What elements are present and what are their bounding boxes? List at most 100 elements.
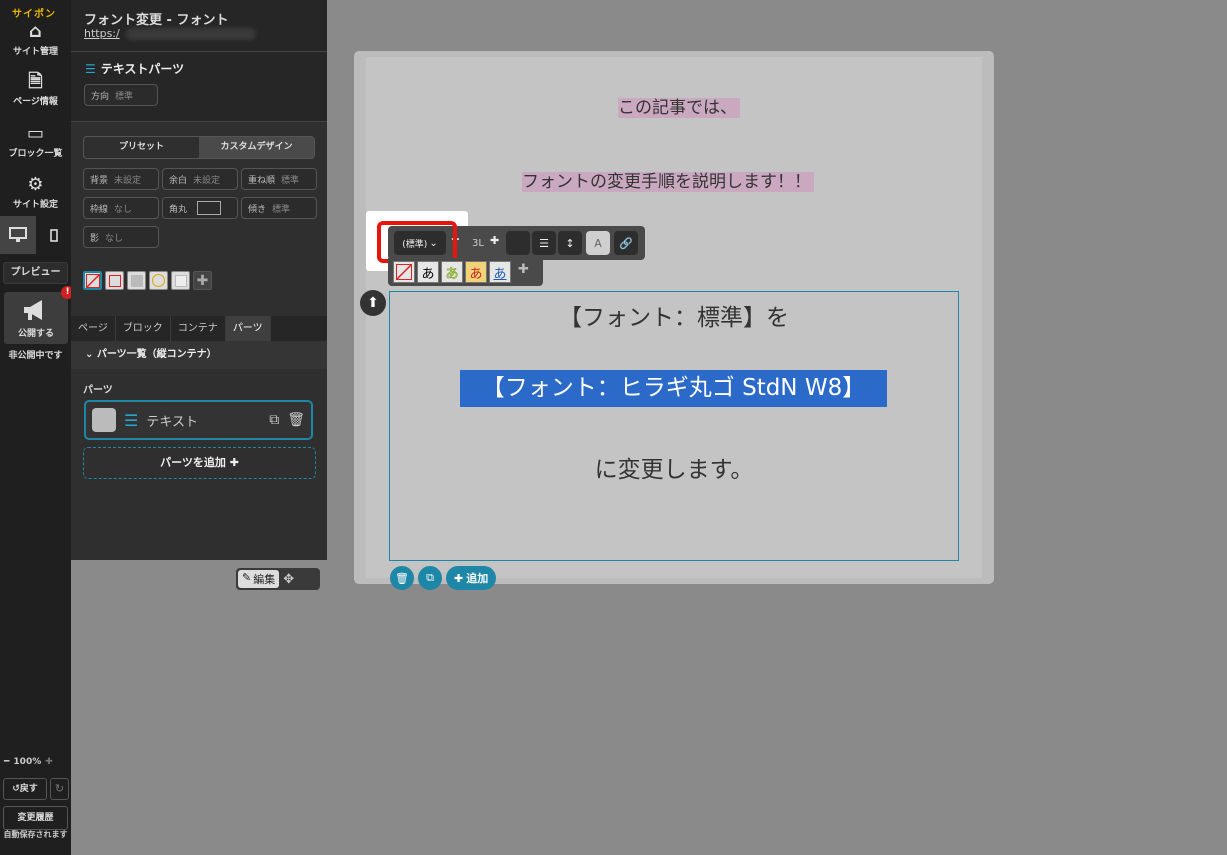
style-swatches: ✚ <box>83 271 212 290</box>
site-settings-button[interactable]: ⚙ サイト設定 <box>0 175 71 211</box>
z-order-setting[interactable]: 重ね順 標準 <box>241 168 317 190</box>
gray-box-swatch[interactable] <box>127 271 146 290</box>
background-setting[interactable]: 背景 未設定 <box>83 168 159 190</box>
skew-setting[interactable]: 傾き 標準 <box>241 197 317 219</box>
selected-text-part[interactable]: 【フォント：標準】を 【フォント：ヒラギ丸ゴ StdN W8】 に変更します。 <box>389 291 959 561</box>
zoom-control: ━ 100% ✚ <box>4 757 68 767</box>
line-height-icon[interactable]: ↕ <box>558 231 582 255</box>
font-size-value: 3L <box>472 237 484 249</box>
site-manage-label: サイト管理 <box>12 47 58 57</box>
text-line-1: 【フォント：標準】を <box>559 305 789 331</box>
link-icon[interactable]: 🔗 <box>614 231 638 255</box>
unpublished-status: 非公開中です <box>8 351 63 361</box>
trash-icon[interactable]: 🗑 <box>287 412 305 428</box>
prop-label: 角丸 <box>169 204 188 215</box>
text-color-button[interactable] <box>506 231 530 255</box>
preview-button[interactable]: プレビュー <box>3 262 68 284</box>
text-style-swatches: あ あ あ あ ✚ <box>388 258 543 286</box>
highlight-color-button[interactable]: A <box>586 231 610 255</box>
copy-icon[interactable]: ⧉ <box>269 412 279 428</box>
add-part-button[interactable]: パーツを追加 ✚ <box>83 447 316 479</box>
plus-icon: ✚ <box>229 456 239 469</box>
add-part-inline-button[interactable]: ✚ 追加 <box>446 566 497 590</box>
direction-value: 標準 <box>115 91 134 102</box>
tab-parts[interactable]: パーツ <box>225 316 271 341</box>
red-box-swatch[interactable] <box>105 271 124 290</box>
no-style-glyph[interactable] <box>393 261 415 283</box>
red-yellow-glyph[interactable]: あ <box>465 261 487 283</box>
chevron-down-icon: ⌄ <box>85 349 94 360</box>
tab-preset[interactable]: プリセット <box>84 137 199 158</box>
tab-page[interactable]: ページ <box>71 316 116 341</box>
part-actions: 🗑 ⧉ ✚ 追加 <box>390 566 497 590</box>
add-swatch-icon[interactable]: ✚ <box>193 271 212 290</box>
description-line[interactable]: フォントの変更手順を説明します！！ <box>522 167 814 192</box>
align-center-icon[interactable]: ☰ <box>532 231 556 255</box>
zoom-out-icon[interactable]: ━ <box>4 757 9 767</box>
direction-label: 方向 <box>91 91 110 102</box>
history-button[interactable]: 変更履歴 <box>3 806 68 830</box>
plain-glyph[interactable]: あ <box>417 261 439 283</box>
zoom-in-icon[interactable]: ✚ <box>45 757 53 767</box>
green-outline-glyph[interactable]: あ <box>441 261 463 283</box>
plain-swatch[interactable] <box>171 271 190 290</box>
pc-view-toggle[interactable] <box>0 216 36 254</box>
block-list-label: ブロック一覧 <box>8 149 63 159</box>
trash-icon: 🗑 <box>395 571 409 585</box>
selected-text[interactable]: 【フォント：ヒラギ丸ゴ StdN W8】 <box>460 370 887 407</box>
circle-swatch[interactable] <box>149 271 168 290</box>
add-part-label: パーツを追加 <box>160 456 226 469</box>
add-label: 追加 <box>466 572 489 585</box>
redo-icon: ↻ <box>54 782 65 795</box>
undo-icon: ↺ <box>12 784 20 794</box>
prop-value: なし <box>114 204 133 215</box>
move-icon[interactable]: ✥ <box>283 572 294 587</box>
blue-underline-glyph[interactable]: あ <box>489 261 511 283</box>
edit-toolbar: ✎ 編集 ✥ <box>236 568 320 590</box>
block-list-button[interactable]: ▭ ブロック一覧 <box>0 124 71 160</box>
shadow-setting[interactable]: 影なし <box>83 226 159 248</box>
move-up-button[interactable]: ⬆ <box>360 290 386 316</box>
delete-part-button[interactable]: 🗑 <box>390 566 414 590</box>
page-title: フォント変更 - フォント <box>84 13 229 28</box>
direction-setting[interactable]: 方向 標準 <box>84 84 158 106</box>
padding-setting[interactable]: 余白 未設定 <box>162 168 238 190</box>
publish-button[interactable]: 公開する <box>4 292 68 344</box>
tab-container[interactable]: コンテナ <box>171 316 226 341</box>
radius-setting[interactable]: 角丸 <box>162 197 238 219</box>
site-manage-button[interactable]: ⌂ サイト管理 <box>0 22 71 58</box>
intro-line[interactable]: この記事では、 <box>618 93 740 118</box>
mobile-view-toggle[interactable] <box>36 216 71 254</box>
page-url[interactable]: https:/ <box>84 27 120 40</box>
prop-label: 枠線 <box>90 204 109 215</box>
border-setting[interactable]: 枠線 なし <box>83 197 159 219</box>
part-item-label: テキスト <box>146 414 198 430</box>
parts-label: パーツ <box>83 385 113 396</box>
edit-button[interactable]: ✎ 編集 <box>238 570 280 588</box>
undo-button[interactable]: ↺戻す <box>3 778 47 800</box>
tab-custom-design[interactable]: カスタムデザイン <box>199 137 314 158</box>
copy-part-button[interactable]: ⧉ <box>418 566 442 590</box>
redo-button[interactable]: ↻ <box>50 778 69 800</box>
arrow-up-icon: ⬆ <box>367 295 379 311</box>
design-mode-toggle: プリセット カスタムデザイン <box>83 136 315 159</box>
prop-value: 標準 <box>272 204 291 215</box>
pencil-icon: ✎ <box>242 571 252 584</box>
parts-list-header[interactable]: ⌄ パーツ一覧（縦コンテナ） <box>71 341 327 369</box>
part-item-text[interactable]: ☰ テキスト ⧉ 🗑 <box>84 400 313 440</box>
tab-block[interactable]: ブロック <box>116 316 171 341</box>
part-title-label: テキストパーツ <box>100 62 185 76</box>
annotation-highlight-box <box>377 221 457 263</box>
prop-label: 影 <box>90 233 100 244</box>
prop-label: 背景 <box>90 175 109 186</box>
panel-tabs: ページ ブロック コンテナ パーツ <box>71 316 327 341</box>
add-style-icon[interactable]: ✚ <box>518 262 529 277</box>
size-increase-icon[interactable]: ✚ <box>490 234 499 247</box>
no-style-swatch[interactable] <box>83 271 102 290</box>
prop-value: 未設定 <box>193 175 221 186</box>
page-info-button[interactable]: 🗎 ページ情報 <box>0 72 71 108</box>
side-panel: フォント変更 - フォント https:/ ☰ テキストパーツ 方向 標準 プリ… <box>71 0 327 560</box>
prop-value: 未設定 <box>114 175 142 186</box>
prop-label: 重ね順 <box>248 175 276 186</box>
zoom-level: 100% <box>13 757 42 767</box>
